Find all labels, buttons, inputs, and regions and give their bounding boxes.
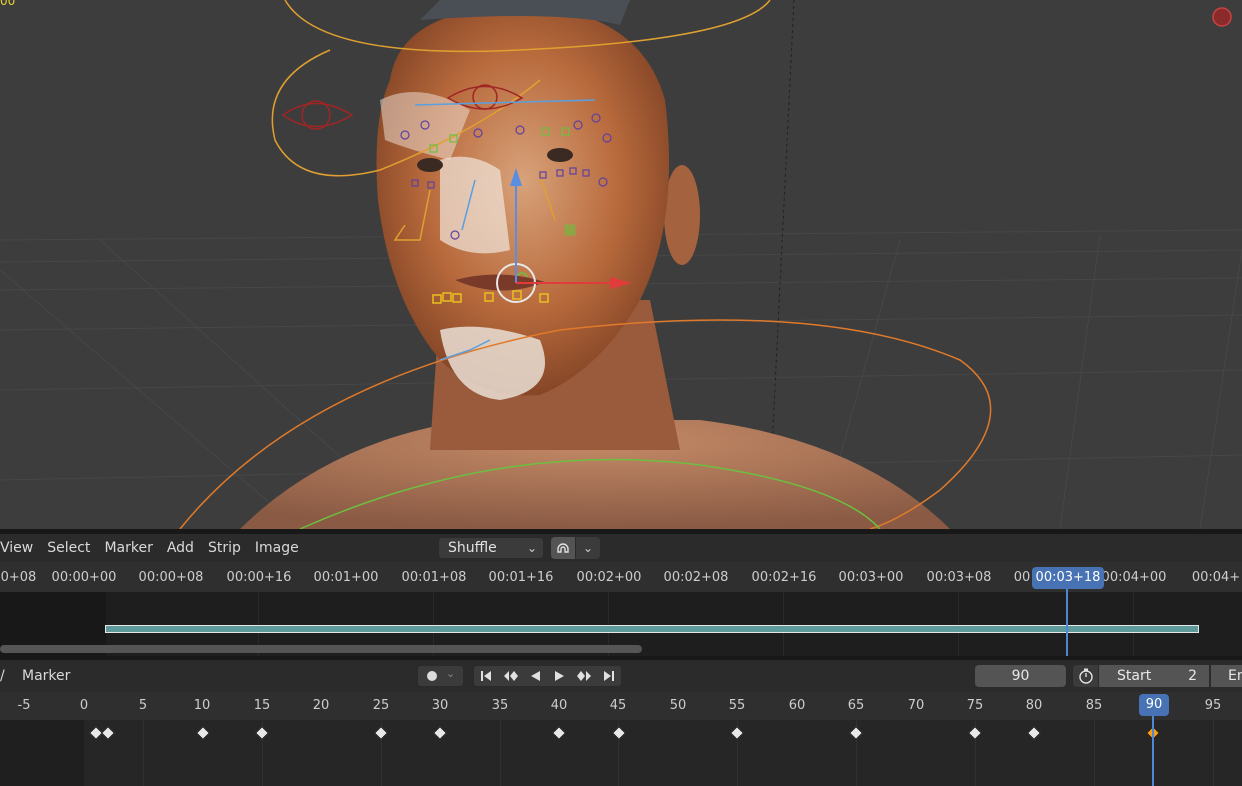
menu-image[interactable]: Image [248,540,306,556]
sequencer-horizontal-scrollbar[interactable] [0,645,642,653]
ruler-label: 70 [907,698,925,713]
ruler-label: 00:01+08 [401,570,467,585]
ruler-label: 0 [79,698,89,713]
end-label: En [1228,668,1242,684]
play-icon [554,671,564,681]
jump-to-start-button[interactable] [474,666,499,686]
ruler-label: 00:02+08 [663,570,729,585]
jump-prev-keyframe-button[interactable] [499,666,524,686]
sequencer-playhead[interactable] [1066,589,1068,656]
ruler-label: 00:04+ [1191,570,1241,585]
ruler-label: 20 [312,698,330,713]
ruler-label: 00:02+16 [751,570,817,585]
menu-view-fragment[interactable]: / [0,668,5,684]
ruler-label: 25 [372,698,390,713]
auto-keying-button[interactable]: ⌄ [417,665,464,687]
ruler-label: 45 [609,698,627,713]
left-eye [417,158,443,172]
ruler-label: 00:01+16 [488,570,554,585]
menu-marker[interactable]: Marker [97,540,159,556]
jump-next-keyframe-button[interactable] [572,666,597,686]
chevron-down-icon: ⌄ [526,541,537,555]
jump-end-icon [603,671,614,681]
snap-toggle-button[interactable] [551,537,575,559]
ruler-label: 00:03+08 [926,570,992,585]
snap-options-dropdown[interactable]: ⌄ [576,537,600,559]
jump-to-end-button[interactable] [597,666,622,686]
timeline-out-of-range [0,720,84,786]
sequencer-header: View Select Marker Add Strip Image Shuff… [0,534,1242,562]
timeline-playhead[interactable] [1152,716,1154,786]
ruler-label: 35 [491,698,509,713]
prev-keyframe-icon [503,671,518,681]
preview-range-toggle[interactable] [1073,665,1098,687]
ruler-label: 10 [193,698,211,713]
ruler-label: -00+08 [0,570,37,585]
menu-select[interactable]: Select [40,540,97,556]
start-value: 2 [1188,668,1197,684]
corner-text: 00 [0,0,16,8]
play-button[interactable] [548,666,573,686]
sequencer-strip[interactable] [105,625,1199,633]
menu-add[interactable]: Add [160,540,201,556]
menu-view[interactable]: View [0,540,40,556]
ruler-label: 00:01+00 [313,570,379,585]
ruler-label: 65 [847,698,865,713]
ruler-label: 80 [1025,698,1043,713]
ruler-label: 85 [1085,698,1103,713]
stopwatch-icon [1078,668,1093,684]
ruler-label: 5 [138,698,148,713]
ruler-label: 00:02+00 [576,570,642,585]
viewport-scene [0,0,1242,529]
ruler-label: 00:00+16 [226,570,292,585]
timeline-frame-ruler[interactable]: -5 0 5 10 15 20 25 30 35 40 45 50 55 60 … [0,692,1242,720]
end-frame-field[interactable]: En [1211,665,1242,687]
right-eye [547,148,573,162]
chevron-down-icon: ⌄ [582,541,594,555]
ruler-label: 50 [669,698,687,713]
magnet-icon [557,543,569,553]
record-icon [427,671,437,681]
start-label: Start [1117,668,1152,684]
record-indicator-icon[interactable] [1212,7,1232,27]
menu-strip[interactable]: Strip [201,540,248,556]
playback-controls [473,665,622,687]
play-reverse-icon [531,671,541,681]
ruler-label: 00 [1013,570,1031,585]
ruler-label: 00:00+00 [51,570,117,585]
next-keyframe-icon [577,671,592,681]
timeline-header: / Marker ⌄ 90 Start 2 En [0,660,1242,692]
overlap-mode-dropdown[interactable]: Shuffle ⌄ [438,537,544,559]
ruler-label: 95 [1204,698,1222,713]
ruler-label: -5 [17,698,31,713]
ruler-label: 15 [253,698,271,713]
ruler-label: 60 [788,698,806,713]
current-frame-field[interactable]: 90 [975,665,1066,687]
start-frame-field[interactable]: Start 2 [1099,665,1209,687]
menu-marker[interactable]: Marker [22,668,70,684]
ruler-label: 00:00+08 [138,570,204,585]
overlap-mode-value: Shuffle [448,540,497,556]
play-reverse-button[interactable] [523,666,548,686]
ruler-label: 30 [431,698,449,713]
chevron-down-icon[interactable]: ⌄ [446,667,455,680]
sequencer-current-time[interactable]: 00:03+18 [1032,567,1104,589]
ruler-label: 40 [550,698,568,713]
ruler-label: 00:04+00 [1101,570,1167,585]
jump-start-icon [481,671,492,681]
timeline-current-frame[interactable]: 90 [1139,694,1169,716]
3d-viewport[interactable]: 00 [0,0,1242,529]
ruler-label: 75 [966,698,984,713]
ruler-label: 00:03+00 [838,570,904,585]
ear-mesh [664,165,700,265]
ruler-label: 55 [728,698,746,713]
